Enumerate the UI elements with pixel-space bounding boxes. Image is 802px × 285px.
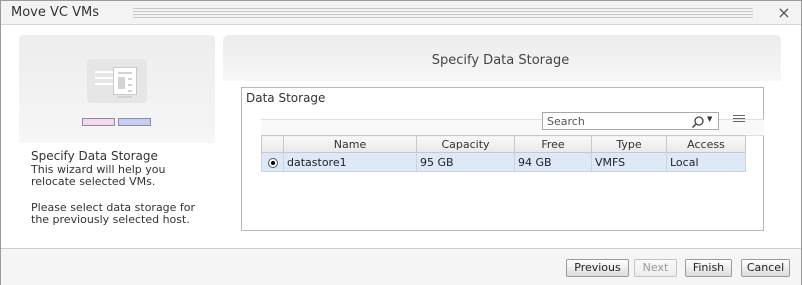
row-select-cell[interactable] <box>261 152 284 172</box>
cell-name: datastore1 <box>283 152 417 172</box>
column-header-type[interactable]: Type <box>591 135 667 153</box>
cell-capacity: 95 GB <box>416 152 515 172</box>
sidebar-heading: Specify Data Storage <box>31 149 158 163</box>
column-header-free[interactable]: Free <box>514 135 592 153</box>
column-header-name[interactable]: Name <box>283 135 417 153</box>
data-storage-group-label: Data Storage <box>246 91 326 105</box>
page-title: Specify Data Storage <box>431 53 570 68</box>
next-button[interactable]: Next <box>634 259 677 277</box>
close-button[interactable]: × <box>775 4 793 22</box>
window-title: Move VC VMs <box>11 5 99 20</box>
table-row[interactable]: datastore1 95 GB 94 GB VMFS Local <box>261 152 746 172</box>
cell-type: VMFS <box>591 152 667 172</box>
title-bar[interactable]: Move VC VMs × <box>1 1 801 25</box>
data-storage-table: Name Capacity Free Type Access datastore… <box>261 135 746 172</box>
search-input[interactable]: Search ▼ <box>542 112 719 130</box>
table-header-row: Name Capacity Free Type Access <box>261 135 746 153</box>
data-storage-group: Data Storage Search ▼ Name Capacity Free… <box>241 87 764 231</box>
title-bar-grip <box>133 8 753 18</box>
dialog-footer: Previous Next Finish Cancel <box>1 248 801 285</box>
search-icon[interactable] <box>691 115 705 129</box>
previous-button[interactable]: Previous <box>566 259 629 277</box>
finish-button[interactable]: Finish <box>685 259 732 277</box>
wizard-step-indicator <box>82 118 152 128</box>
step-indicator-1 <box>82 118 115 126</box>
sidebar-instruction: Please select data storage for the previ… <box>31 201 196 226</box>
cancel-button[interactable]: Cancel <box>741 259 790 277</box>
cell-access: Local <box>666 152 746 172</box>
sidebar-description: This wizard will help you relocate selec… <box>31 163 166 188</box>
move-vc-vms-dialog: Move VC VMs × Specify Data Storage This … <box>0 0 802 285</box>
column-header-select <box>261 135 284 153</box>
wizard-sidebar-banner <box>19 35 215 143</box>
step-indicator-2 <box>118 118 151 126</box>
search-placeholder: Search <box>547 115 585 128</box>
cell-free: 94 GB <box>514 152 592 172</box>
column-options-icon[interactable] <box>733 115 745 127</box>
column-header-access[interactable]: Access <box>666 135 746 153</box>
content-header: Specify Data Storage <box>223 35 781 81</box>
wizard-icon <box>87 59 147 103</box>
wizard-sidebar: Specify Data Storage This wizard will he… <box>19 35 215 233</box>
chevron-down-icon[interactable]: ▼ <box>707 115 712 123</box>
column-header-capacity[interactable]: Capacity <box>416 135 515 153</box>
row-radio-button[interactable] <box>267 157 278 168</box>
